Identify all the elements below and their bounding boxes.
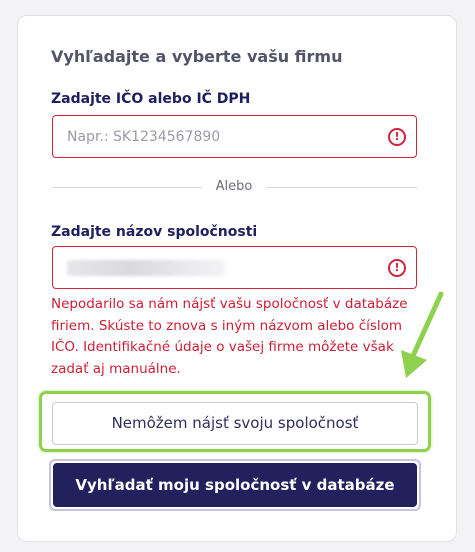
error-icon: !	[388, 128, 406, 146]
cant-find-company-button[interactable]: Nemôžem nájsť svoju spoločnosť	[52, 402, 418, 445]
divider-line-left	[52, 187, 202, 188]
ico-field: !	[52, 115, 417, 158]
error-message: Nepodarilo sa nám nájsť vašu spoločnosť …	[51, 296, 408, 377]
arrow-annotation-icon	[401, 291, 444, 378]
ico-field-label: Zadajte IČO alebo IČ DPH	[51, 91, 251, 107]
company-name-field[interactable]: !	[52, 246, 417, 289]
error-icon: !	[388, 259, 406, 277]
company-name-field-label: Zadajte názov spoločnosti	[51, 224, 258, 240]
divider-text: Alebo	[215, 179, 253, 194]
search-company-button[interactable]: Vyhľadať moju spoločnosť v databáze	[53, 463, 417, 507]
divider-line-right	[266, 187, 417, 188]
ico-input[interactable]	[53, 116, 373, 157]
search-button-focus-ring: Vyhľadať moju spoločnosť v databáze	[49, 459, 421, 511]
redacted-value	[67, 260, 225, 276]
section-heading: Vyhľadajte a vyberte vašu firmu	[51, 47, 343, 66]
